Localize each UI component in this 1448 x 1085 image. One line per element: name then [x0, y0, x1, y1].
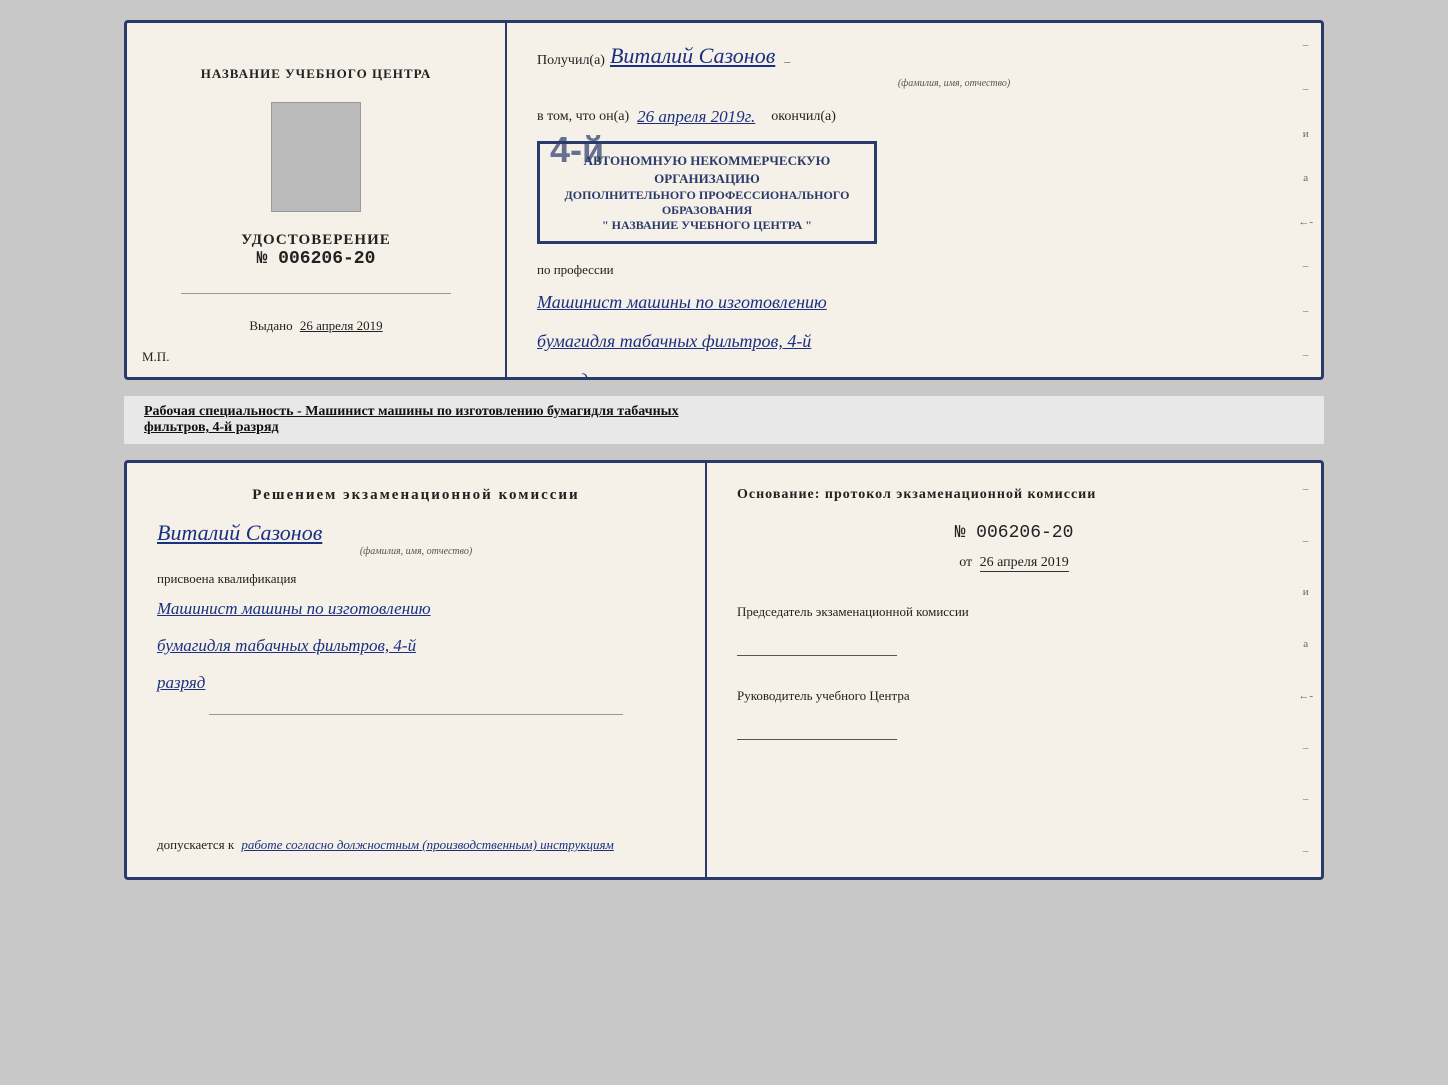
vydano-date: 26 апреля 2019 — [300, 318, 383, 333]
ot-line: от 26 апреля 2019 — [737, 555, 1291, 572]
rukovoditel-label: Руководитель учебного Центра — [737, 688, 1291, 704]
udostoverenie-title: УДОСТОВЕРЕНИЕ — [241, 232, 391, 249]
stamp-block: 4-й АВТОНОМНУЮ НЕКОММЕРЧЕСКУЮ ОРГАНИЗАЦИ… — [537, 141, 877, 244]
ot-date: 26 апреля 2019 — [980, 555, 1069, 572]
dopuskaetsya-label: допускается к — [157, 837, 234, 852]
date-value: 26 апреля 2019г. — [637, 107, 755, 127]
bdeco7: – — [1303, 793, 1309, 805]
bottom-fio-name: Виталий Сазонов — [157, 520, 675, 546]
dopuskaetsya-value: работе согласно должностным (производств… — [241, 837, 613, 852]
fio-block: Виталий Сазонов (фамилия, имя, отчество) — [157, 520, 675, 557]
poluchil-label: Получил(а) — [537, 53, 605, 69]
po-professii-label: по профессии — [537, 262, 1291, 278]
stamp-number: 4-й — [550, 129, 604, 171]
divider-bottom — [209, 714, 623, 715]
middle-underline: фильтров, 4-й разряд — [144, 420, 279, 435]
udostoverenie-number: № 006206-20 — [241, 249, 391, 269]
bottom-left-panel: Решением экзаменационной комиссии Витали… — [127, 463, 707, 877]
bottom-side-decorations: – – и а ←- – – – — [1298, 463, 1313, 877]
deco7: – — [1303, 305, 1309, 317]
stamp-line3: " НАЗВАНИЕ УЧЕБНОГО ЦЕНТРА " — [552, 218, 862, 233]
mp-label: М.П. — [142, 349, 169, 365]
bottom-fio-label: (фамилия, имя, отчество) — [157, 546, 675, 557]
osnovanie-label: Основание: протокол экзаменационной коми… — [737, 487, 1291, 503]
training-center-label: НАЗВАНИЕ УЧЕБНОГО ЦЕНТРА — [201, 66, 432, 82]
deco2: – — [1303, 83, 1309, 95]
bottom-document: Решением экзаменационной комиссии Витали… — [124, 460, 1324, 880]
photo-placeholder — [271, 102, 361, 212]
bdeco4: а — [1303, 638, 1308, 650]
top-right-panel: Получил(а) Виталий Сазонов – (фамилия, и… — [507, 23, 1321, 377]
predsedatel-label: Председатель экзаменационной комиссии — [737, 604, 1291, 620]
ot-label: от — [959, 555, 972, 570]
deco4: а — [1303, 172, 1308, 184]
bottom-profession-3: разряд — [157, 669, 675, 698]
bdeco3: и — [1303, 586, 1309, 598]
vtom-label: в том, что он(а) — [537, 109, 629, 125]
bdeco8: – — [1303, 845, 1309, 857]
bottom-profession-2: бумагидля табачных фильтров, 4-й — [157, 632, 675, 661]
komissia-title: Решением экзаменационной комиссии — [157, 487, 675, 504]
bdeco6: – — [1303, 742, 1309, 754]
dopuskaetsya-block: допускается к работе согласно должностны… — [157, 821, 675, 853]
deco6: – — [1303, 260, 1309, 272]
profession-line2: бумагидля табачных фильтров, 4-й — [537, 327, 1291, 356]
protocol-number: № 006206-20 — [737, 523, 1291, 543]
recipient-line: Получил(а) Виталий Сазонов – — [537, 43, 1291, 69]
vydano-line: Выдано 26 апреля 2019 — [249, 318, 382, 334]
okonchil-label: окончил(а) — [771, 109, 836, 125]
bdeco5: ←- — [1298, 690, 1313, 702]
bdeco1: – — [1303, 483, 1309, 495]
deco8: – — [1303, 349, 1309, 361]
udostoverenie-block: УДОСТОВЕРЕНИЕ № 006206-20 — [241, 232, 391, 269]
bdeco2: – — [1303, 535, 1309, 547]
middle-text-block: Рабочая специальность - Машинист машины … — [124, 396, 1324, 444]
recipient-name: Виталий Сазонов — [610, 43, 775, 69]
vtom-line: в том, что он(а) 26 апреля 2019г. окончи… — [537, 107, 1291, 127]
top-document: НАЗВАНИЕ УЧЕБНОГО ЦЕНТРА УДОСТОВЕРЕНИЕ №… — [124, 20, 1324, 380]
vydano-label: Выдано — [249, 318, 292, 333]
profession-line3: разряд — [537, 366, 1291, 380]
middle-label: Рабочая специальность - Машинист машины … — [144, 404, 679, 419]
profession-line1: Машинист машины по изготовлению — [537, 288, 1291, 317]
top-left-panel: НАЗВАНИЕ УЧЕБНОГО ЦЕНТРА УДОСТОВЕРЕНИЕ №… — [127, 23, 507, 377]
bottom-profession-1: Машинист машины по изготовлению — [157, 595, 675, 624]
rukovoditel-signature — [737, 720, 897, 740]
side-decorations: – – и а ←- – – – — [1298, 23, 1313, 377]
predsedatel-signature — [737, 636, 897, 656]
stamp-line2: ДОПОЛНИТЕЛЬНОГО ПРОФЕССИОНАЛЬНОГО ОБРАЗО… — [552, 188, 862, 218]
deco3: и — [1303, 128, 1309, 140]
deco5: ←- — [1298, 216, 1313, 228]
prisvoena-label: присвоена квалификация — [157, 571, 675, 587]
deco1: – — [1303, 39, 1309, 51]
bottom-right-panel: Основание: протокол экзаменационной коми… — [707, 463, 1321, 877]
divider — [181, 293, 451, 294]
fio-label-top: (фамилия, имя, отчество) — [898, 78, 1010, 89]
